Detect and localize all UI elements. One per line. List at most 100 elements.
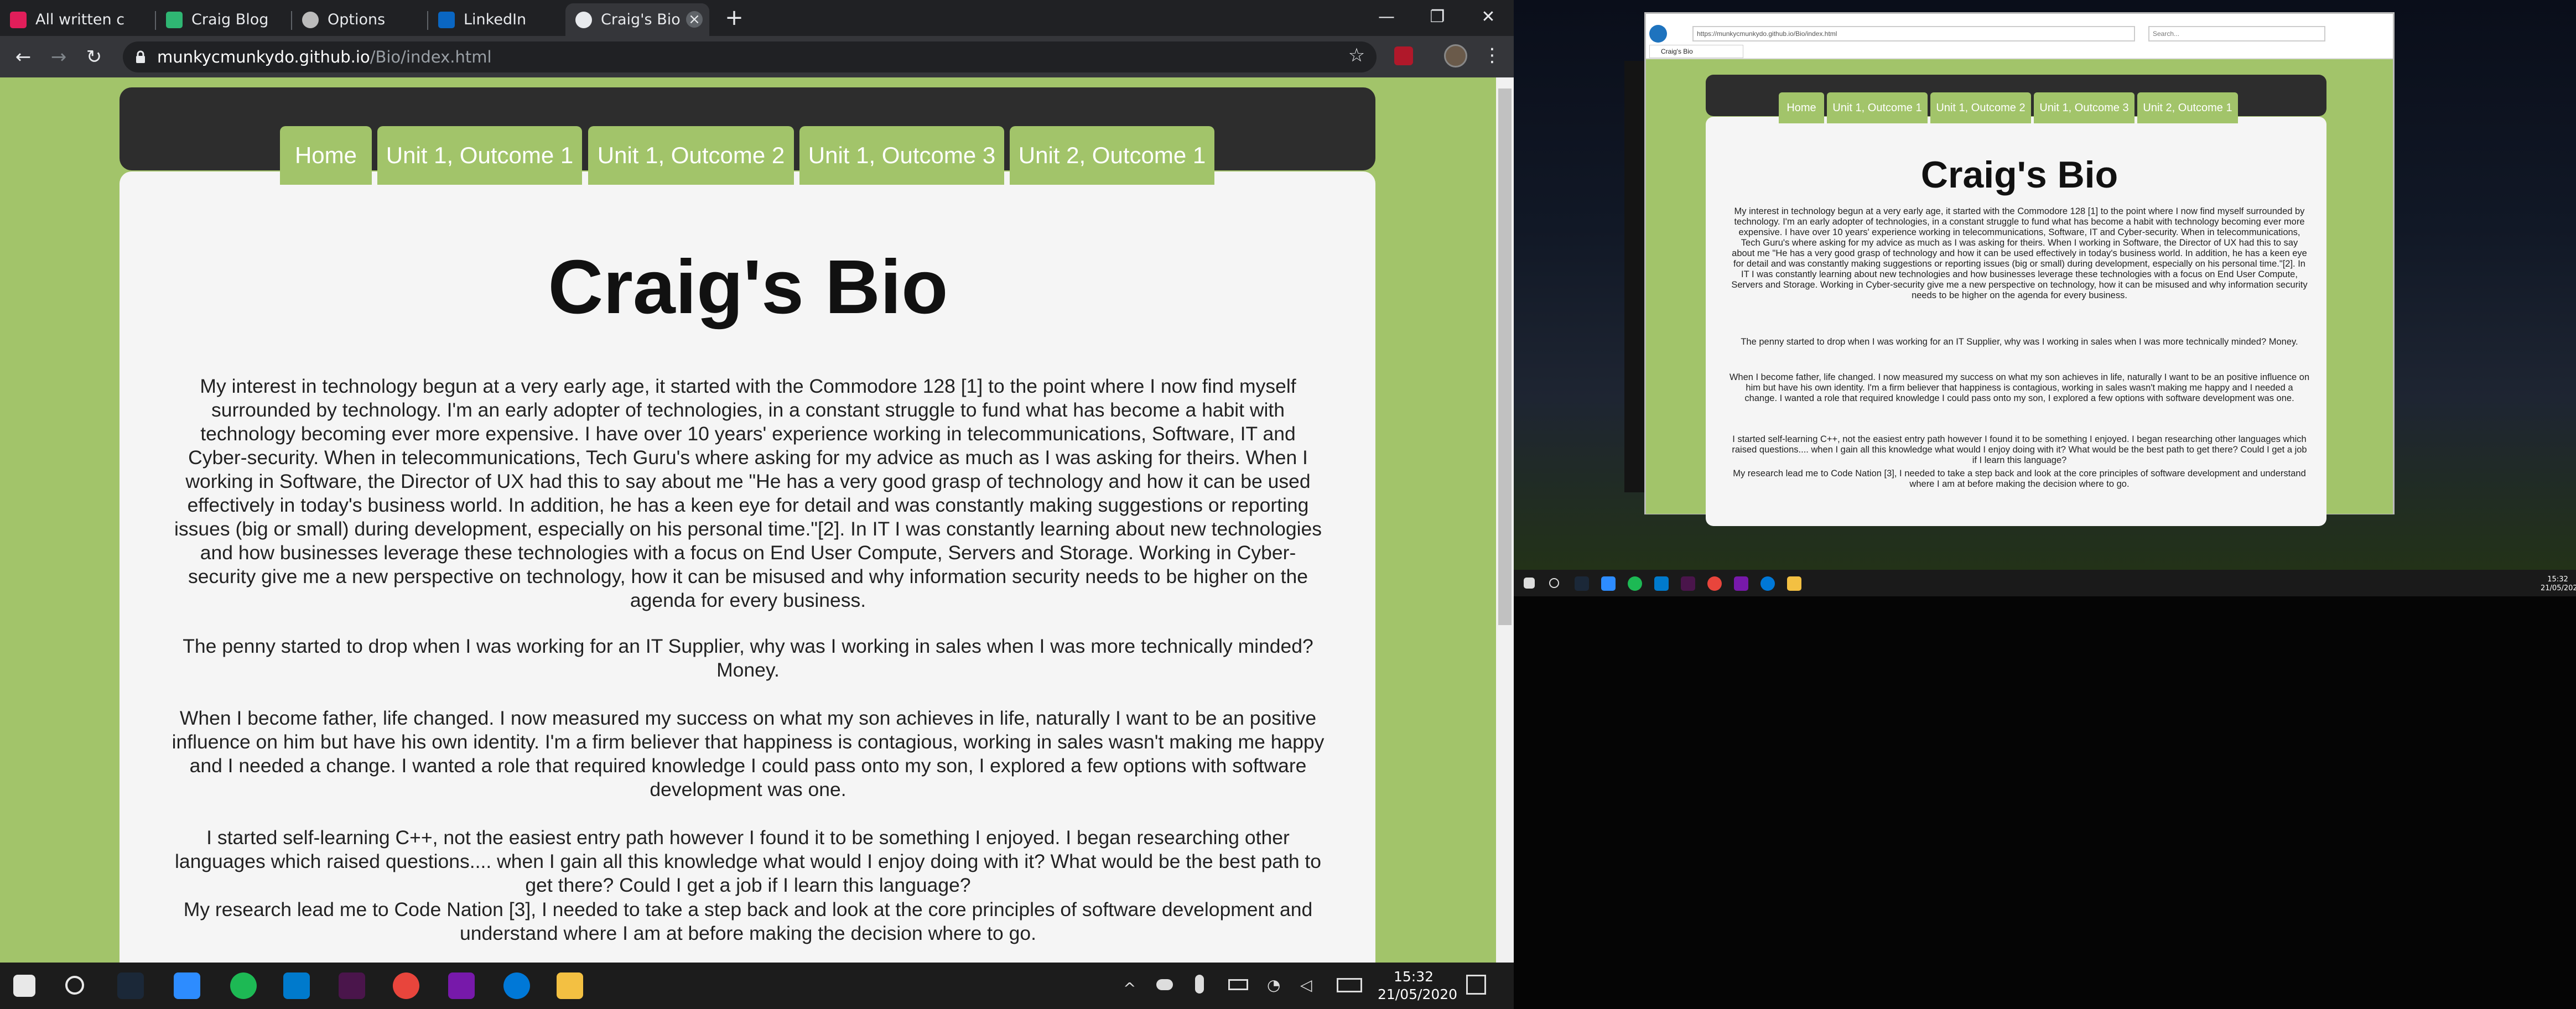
tab-linkedin[interactable]: LinkedIn [428, 3, 563, 36]
tab-label: LinkedIn [464, 11, 527, 28]
mini-bio-paragraph-1: My interest in technology begun at a ver… [1731, 206, 2308, 300]
reload-button[interactable]: ↻ [82, 45, 106, 69]
nav-unit1-outcome3[interactable]: Unit 1, Outcome 3 [799, 126, 1004, 185]
spotify-icon[interactable] [230, 972, 257, 999]
globe-icon [575, 11, 592, 28]
tab-label: All written c [35, 11, 125, 28]
mini-bio-paragraph-2: The penny started to drop when I was wor… [1741, 337, 2298, 347]
mini-browser-toolbar: https://munkycmunkydo.github.io/Bio/inde… [1646, 14, 2393, 59]
close-window-button[interactable]: ✕ [1463, 0, 1514, 33]
mini-steam-icon[interactable] [1575, 576, 1589, 591]
bookmark-star-icon[interactable]: ☆ [1344, 43, 1369, 67]
chrome-icon[interactable] [393, 972, 419, 999]
keyboard-icon[interactable] [1337, 978, 1362, 992]
battery-icon[interactable] [1228, 979, 1248, 990]
mini-ie-window: https://munkycmunkydo.github.io/Bio/inde… [1644, 12, 2395, 526]
bio-paragraph-4: I started self-learning C++, not the eas… [174, 826, 1322, 896]
close-tab-icon[interactable]: × [686, 11, 703, 28]
mini-bio-paragraph-5: My research lead me to Code Nation [3], … [1733, 469, 2306, 489]
mini-address-bar[interactable]: https://munkycmunkydo.github.io/Bio/inde… [1692, 26, 2135, 41]
tab-craigs-bio[interactable]: Craig's Bio × [565, 3, 709, 36]
mini-nav-unit1-outcome3[interactable]: Unit 1, Outcome 3 [2034, 92, 2134, 123]
clock-date: 21/05/2020 [1378, 986, 1458, 1002]
system-clock[interactable]: 15:32 21/05/2020 [1378, 968, 1458, 1003]
mini-slack-icon[interactable] [1681, 576, 1695, 591]
zoom-icon[interactable] [174, 972, 200, 999]
windows-taskbar: ^ ◔ ◁ 15:32 21/05/2020 [0, 963, 1514, 1009]
start-icon[interactable] [13, 975, 35, 997]
background-window-strip [1624, 61, 1644, 492]
file-explorer-icon[interactable] [557, 972, 583, 999]
forward-button[interactable]: → [46, 45, 71, 69]
tab-label: Craig Blog [191, 11, 269, 28]
nav-unit1-outcome2[interactable]: Unit 1, Outcome 2 [588, 126, 794, 185]
mini-page: Home Unit 1, Outcome 1 Unit 1, Outcome 2… [1646, 59, 2393, 526]
bio-paragraph-2: The penny started to drop when I was wor… [183, 635, 1313, 681]
mini-nav-home[interactable]: Home [1779, 92, 1824, 123]
github-icon [302, 11, 319, 28]
bio-paragraph-3: When I become father, life changed. I no… [172, 707, 1325, 800]
mini-start-icon[interactable] [1524, 578, 1535, 589]
mini-edge-icon[interactable] [1760, 576, 1775, 591]
mini-page-title: Craig's Bio [1920, 154, 2118, 196]
tray-chevron-icon[interactable]: ^ [1123, 979, 1136, 997]
address-bar[interactable]: munkycmunkydo.github.io/Bio/index.html [123, 41, 1377, 72]
mini-clock-time: 15:32 [2547, 575, 2568, 584]
nav-unit1-outcome1[interactable]: Unit 1, Outcome 1 [377, 126, 582, 185]
back-button[interactable]: ← [11, 45, 35, 69]
microphone-icon[interactable] [1195, 975, 1204, 994]
chrome-menu-icon[interactable]: ⋮ [1483, 43, 1502, 67]
notifications-icon[interactable] [1466, 975, 1486, 995]
browser-toolbar: ← → ↻ munkycmunkydo.github.io/Bio/index.… [0, 36, 1514, 77]
blogger-icon [166, 11, 183, 28]
onenote-icon[interactable] [448, 972, 475, 999]
url-path: /Bio/index.html [370, 48, 492, 66]
linkedin-icon [438, 11, 455, 28]
mini-nav-unit2-outcome1[interactable]: Unit 2, Outcome 1 [2137, 92, 2238, 123]
profile-avatar[interactable] [1444, 44, 1467, 67]
tab-slack[interactable]: All written c [0, 3, 155, 36]
mini-vscode-icon[interactable] [1654, 576, 1669, 591]
vscode-icon[interactable] [283, 972, 310, 999]
second-display-taskbar [1514, 570, 2576, 596]
url-text: munkycmunkydo.github.io/Bio/index.html [157, 48, 492, 66]
mini-bio-paragraph-4: I started self-learning C++, not the eas… [1732, 434, 2307, 465]
extension-icon[interactable] [1394, 46, 1413, 65]
tab-label: Craig's Bio [601, 11, 681, 28]
bio-paragraph-1: My interest in technology begun at a ver… [174, 375, 1322, 611]
mini-zoom-icon[interactable] [1601, 576, 1616, 591]
wifi-icon[interactable]: ◔ [1267, 976, 1280, 994]
tab-craig-blog[interactable]: Craig Blog [156, 3, 291, 36]
mini-search-icon[interactable] [1549, 578, 1559, 588]
new-tab-button[interactable]: + [722, 6, 746, 30]
mini-spotify-icon[interactable] [1628, 576, 1642, 591]
volume-icon[interactable]: ◁ [1300, 976, 1312, 994]
mini-search-box[interactable]: Search... [2148, 26, 2325, 41]
restore-button[interactable]: ❐ [1412, 0, 1463, 33]
tab-options[interactable]: Options [292, 3, 427, 36]
nav-home[interactable]: Home [280, 126, 372, 185]
mini-nav-unit1-outcome1[interactable]: Unit 1, Outcome 1 [1827, 92, 1928, 123]
mini-chrome-icon[interactable] [1707, 576, 1722, 591]
mini-tab[interactable]: Craig's Bio [1649, 45, 1743, 58]
tab-strip: All written c Craig Blog Options LinkedI… [0, 0, 1514, 36]
bio-paragraph-5: My research lead me to Code Nation [3], … [183, 898, 1313, 944]
lock-icon [136, 50, 145, 63]
nav-unit2-outcome1[interactable]: Unit 2, Outcome 1 [1010, 126, 1214, 185]
slack-icon[interactable] [339, 972, 365, 999]
mini-system-clock[interactable]: 15:32 21/05/2020 [2541, 575, 2576, 593]
slack-icon [10, 11, 27, 28]
mini-onenote-icon[interactable] [1734, 576, 1748, 591]
onedrive-icon[interactable] [1156, 979, 1173, 990]
mini-bio-paragraph-3: When I become father, life changed. I no… [1729, 372, 2310, 403]
steam-icon[interactable] [117, 972, 144, 999]
edge-icon[interactable] [503, 972, 530, 999]
tab-label: Options [328, 11, 386, 28]
search-icon[interactable] [65, 976, 84, 995]
mini-back-icon[interactable] [1649, 25, 1667, 43]
scrollbar-thumb[interactable] [1498, 89, 1512, 625]
mini-nav-unit1-outcome2[interactable]: Unit 1, Outcome 2 [1930, 92, 2031, 123]
page-viewport: Home Unit 1, Outcome 1 Unit 1, Outcome 2… [0, 77, 1496, 963]
mini-file-explorer-icon[interactable] [1787, 576, 1801, 591]
minimize-button[interactable]: — [1361, 0, 1412, 33]
